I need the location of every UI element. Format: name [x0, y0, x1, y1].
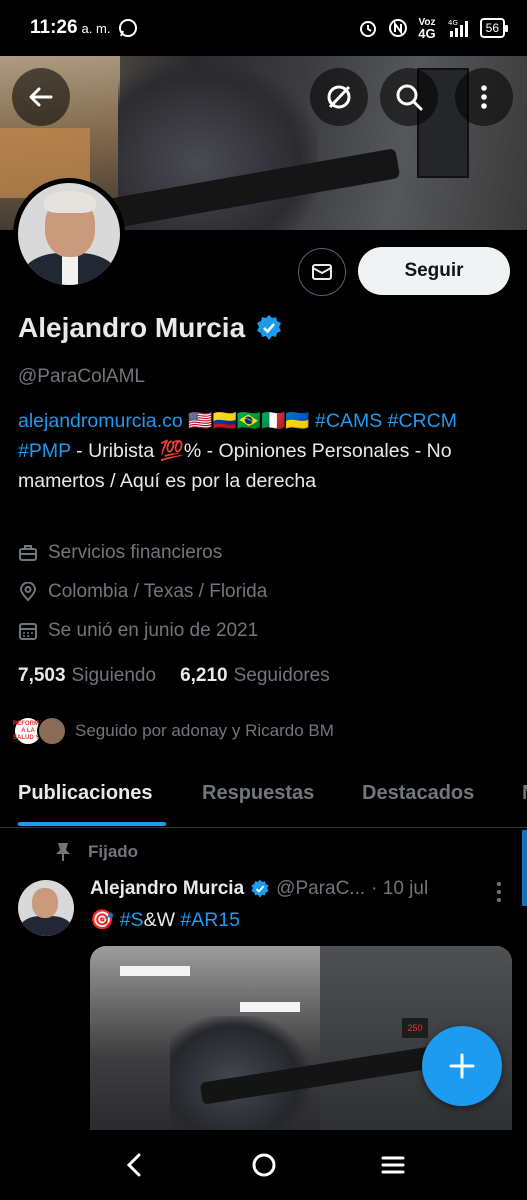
back-button[interactable] [12, 68, 70, 126]
compose-post-button[interactable] [422, 1026, 502, 1106]
post-header: Alejandro Murcia @ParaC... · 10 jul [90, 878, 428, 900]
search-button[interactable] [380, 68, 438, 126]
profile-handle: @ParaColAML [18, 366, 145, 387]
active-tab-indicator [18, 822, 166, 826]
back-arrow-icon [29, 87, 53, 107]
post-author-handle[interactable]: @ParaC... [276, 878, 365, 900]
followed-by-text: Seguido por adonay y Ricardo BM [75, 721, 334, 740]
nav-recents-icon[interactable] [379, 1151, 407, 1179]
profile-location: Colombia / Texas / Florida [18, 581, 267, 603]
hashtag-crcm[interactable]: #CRCM [388, 410, 457, 432]
tab-respuestas[interactable]: Respuestas [202, 782, 314, 805]
whatsapp-icon [119, 19, 138, 37]
hashtag-s[interactable]: #S [120, 909, 144, 931]
follow-button[interactable]: Seguir [358, 247, 510, 295]
verified-badge-icon [251, 879, 269, 898]
alarm-icon [360, 21, 377, 37]
profile-avatar[interactable] [13, 178, 125, 290]
scrollbar[interactable] [522, 830, 527, 906]
profile-bio: alejandromurcia.co 🇺🇸🇨🇴🇧🇷🇮🇹🇺🇦 #CAMS #CRC… [18, 406, 513, 496]
following-stat[interactable]: 7,503 Siguiendo [18, 665, 156, 687]
signal-icon: 4G [448, 19, 468, 37]
svg-text:4G: 4G [448, 19, 458, 27]
grok-icon [327, 85, 351, 109]
plus-icon [449, 1053, 475, 1079]
bio-link[interactable]: alejandromurcia.co [18, 410, 183, 432]
system-nav-bar [0, 1130, 527, 1200]
more-vertical-icon [481, 85, 487, 109]
tab-multimedia[interactable]: M [522, 782, 527, 805]
hashtag-ar15[interactable]: #AR15 [180, 909, 240, 931]
network-indicator: Voz 4G [418, 17, 436, 41]
followed-by-row[interactable]: REFORMA A LA SALUD YA Seguido por adonay… [13, 716, 334, 746]
post-author-avatar[interactable] [18, 880, 74, 936]
pin-icon [56, 843, 70, 861]
profile-joined-date: Se unió en junio de 2021 [18, 620, 258, 642]
follower-avatar [37, 716, 67, 746]
nav-home-icon[interactable] [250, 1151, 278, 1179]
message-button[interactable] [298, 248, 346, 296]
status-time: 11:26 [30, 17, 78, 38]
profile-name: Alejandro Murcia [18, 312, 246, 343]
followers-stat[interactable]: 6,210 Seguidores [180, 665, 330, 687]
tab-destacados[interactable]: Destacados [362, 782, 474, 805]
calendar-icon [19, 623, 37, 640]
status-bar: 11:26 a. m. Voz 4G 4G 56 [0, 0, 527, 56]
profile-name-row: Alejandro Murcia [18, 312, 283, 344]
range-display: 250 [402, 1018, 428, 1038]
more-options-button[interactable] [455, 68, 513, 126]
mail-icon [312, 264, 332, 280]
bio-text: - Uribista 💯% - Opiniones Personales - N… [18, 440, 452, 492]
location-pin-icon [19, 582, 37, 602]
post-date[interactable]: · 10 jul [371, 878, 428, 900]
nav-back-icon[interactable] [121, 1151, 149, 1179]
hashtag-pmp[interactable]: #PMP [18, 440, 71, 462]
profile-category: Servicios financieros [18, 542, 222, 564]
battery-indicator: 56 [479, 18, 509, 38]
verified-badge-icon[interactable] [255, 314, 283, 342]
tab-publicaciones[interactable]: Publicaciones [18, 782, 153, 805]
post-author-name[interactable]: Alejandro Murcia [90, 878, 244, 900]
profile-tabs: Publicaciones Respuestas Destacados M [0, 760, 527, 828]
hashtag-cams[interactable]: #CAMS [315, 410, 382, 432]
briefcase-icon [19, 545, 37, 561]
search-icon [396, 84, 423, 111]
follow-stats: 7,503 Siguiendo 6,210 Seguidores [18, 665, 330, 687]
grok-button[interactable] [310, 68, 368, 126]
bio-flags: 🇺🇸🇨🇴🇧🇷🇮🇹🇺🇦 [188, 410, 310, 432]
post-more-button[interactable] [492, 880, 506, 904]
nfc-icon [389, 19, 408, 37]
pinned-label: Fijado [54, 842, 138, 862]
status-ampm: a. m. [81, 20, 111, 36]
post-text: 🎯 #S&W #AR15 [90, 909, 241, 931]
